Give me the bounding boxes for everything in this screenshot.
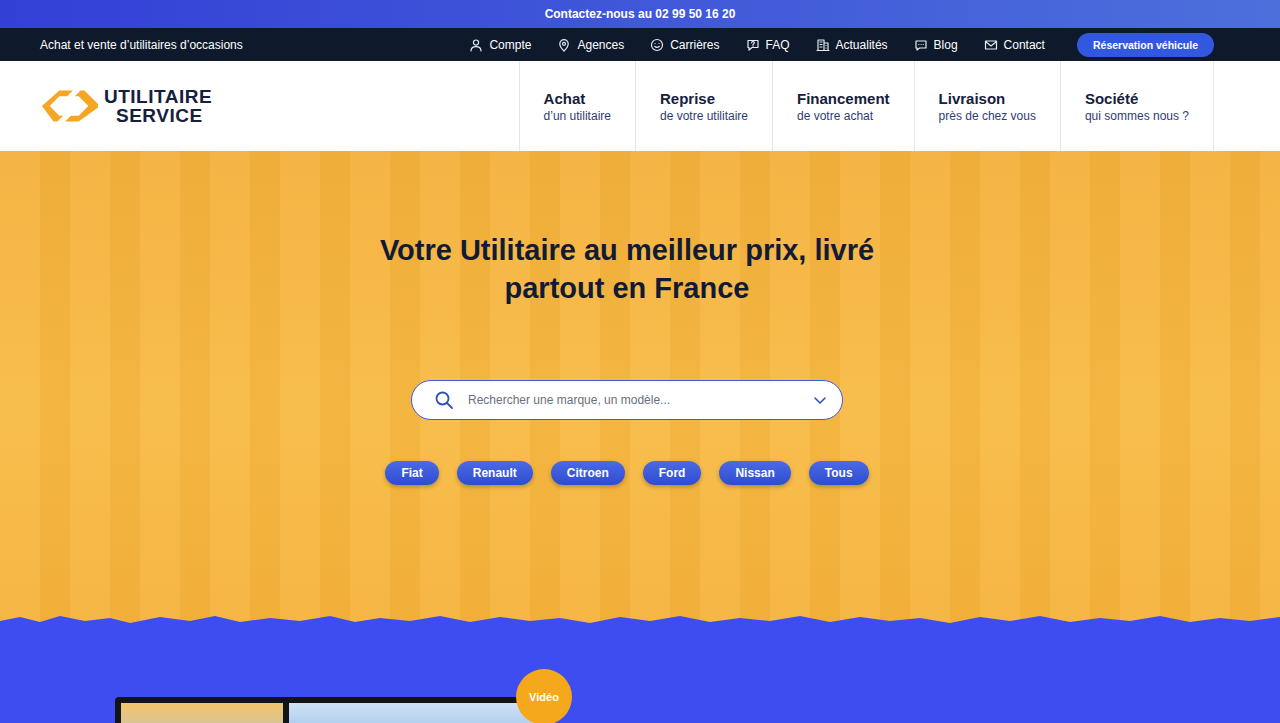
brand-chip[interactable]: Ford [643,461,702,485]
logo-link-icon [40,86,98,126]
utility-link[interactable]: FAQ [746,38,790,52]
top-bar: Contactez-nous au 02 99 50 16 20 [0,0,1280,28]
logo[interactable]: UTILITAIRESERVICE [40,61,212,151]
video-player[interactable]: Vidéo [115,697,545,723]
user-icon [469,38,483,52]
torn-edge [0,613,1280,629]
utility-link[interactable]: Blog [914,38,958,52]
building-icon [816,38,830,52]
brand-filters: Fiat Renault Citroen Ford Nissan Tous [385,461,868,485]
menu-item[interactable]: Financementde votre achat [772,61,914,151]
video-badge[interactable]: Vidéo [516,669,572,723]
menu-item[interactable]: Achatd’un utilitaire [519,61,635,151]
menu-item[interactable]: Reprisede votre utilitaire [635,61,772,151]
contact-phone[interactable]: Contactez-nous au 02 99 50 16 20 [545,7,736,21]
menu-item[interactable]: Sociétéqui sommes nous ? [1060,61,1214,151]
utility-bar: Achat et vente d’utilitaires d’occasions… [0,28,1280,61]
brand-chip[interactable]: Tous [809,461,869,485]
hero-content: Votre Utilitaire au meilleur prix, livré… [380,151,874,625]
utility-nav: Compte Agences Carrières FAQ Actualités Blog C… [469,33,1214,57]
search-field[interactable]: Rechercher une marque, un modèle... [411,380,843,420]
search-placeholder: Rechercher une marque, un modèle... [468,393,798,407]
main-header: UTILITAIRESERVICE Achatd’un utilitaireRep… [0,61,1280,151]
reservation-button[interactable]: Réservation véhicule [1077,33,1214,57]
brand-chip[interactable]: Fiat [385,461,438,485]
magnifier-icon [434,390,454,410]
hero-title: Votre Utilitaire au meilleur prix, livré… [380,231,874,307]
utility-link[interactable]: Actualités [816,38,888,52]
chevron-down-icon[interactable] [812,392,828,408]
menu-item[interactable]: Livraisonprès de chez vous [914,61,1060,151]
brand-chip[interactable]: Citroen [551,461,625,485]
smile-icon [650,38,664,52]
hero: Votre Utilitaire au meilleur prix, livré… [0,151,1280,625]
utility-link[interactable]: Contact [984,38,1045,52]
logo-text: UTILITAIRESERVICE [104,87,212,125]
utility-link[interactable]: Carrières [650,38,719,52]
tagline: Achat et vente d’utilitaires d’occasions [40,38,243,52]
page: Contactez-nous au 02 99 50 16 20 Achat et… [0,0,1280,723]
video-section: Vidéo [0,625,1280,723]
main-menu: Achatd’un utilitaireReprisede votre util… [519,61,1214,151]
brand-chip[interactable]: Renault [457,461,533,485]
video-thumbnail [289,703,539,723]
utility-link[interactable]: Compte [469,38,531,52]
pin-icon [557,38,571,52]
brand-chip[interactable]: Nissan [719,461,790,485]
envelope-icon [984,38,998,52]
video-thumbnail [121,703,283,723]
utility-link[interactable]: Agences [557,38,624,52]
question-bubble-icon [746,38,760,52]
chat-icon [914,38,928,52]
